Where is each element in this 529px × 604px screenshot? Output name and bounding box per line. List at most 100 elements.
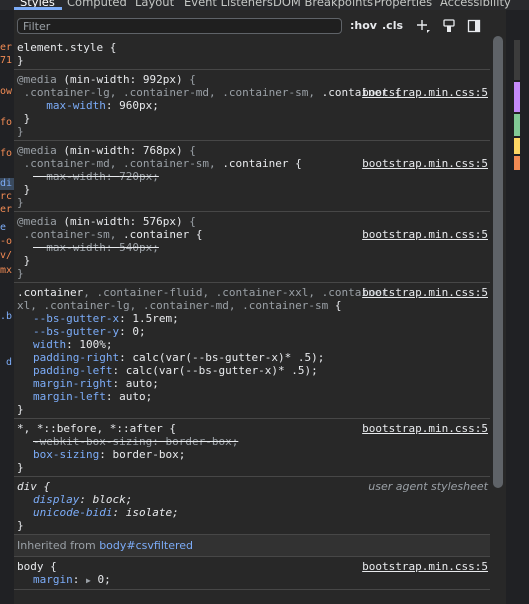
property-name[interactable]: display (33, 493, 79, 506)
rule-selector: .container (122, 228, 190, 241)
tab-computed[interactable]: Computed (67, 0, 127, 9)
property-name[interactable]: max-width (46, 241, 106, 254)
paint-brush-icon[interactable] (442, 19, 456, 33)
plus-icon[interactable] (416, 19, 430, 33)
property-value[interactable]: 960px; (119, 99, 159, 112)
rule-open-brace: { (288, 157, 302, 170)
property-value[interactable]: border-box; (165, 435, 238, 448)
property-name[interactable]: margin-right (33, 377, 112, 390)
rule-selector-unmatched: .container-sm, (23, 228, 123, 241)
declaration[interactable]: unicode-bidi: isolate; (17, 506, 487, 519)
property-name[interactable]: margin-left (33, 390, 106, 403)
media-close-brace: } (17, 125, 24, 138)
declaration[interactable]: margin-right: auto; (17, 377, 487, 390)
property-name[interactable]: --bs-gutter-y (33, 325, 119, 338)
minimap-marker (514, 40, 520, 80)
media-query: (min-width: 768px) (63, 144, 183, 157)
property-name[interactable]: -webkit-box-sizing (33, 435, 152, 448)
property-name[interactable]: margin (33, 573, 73, 586)
side-panel-strip (506, 10, 529, 604)
property-value[interactable]: 100%; (79, 338, 112, 351)
media-query: (min-width: 992px) (63, 73, 183, 86)
rule-selector-unmatched: , .container-fluid, .container-xxl, .con… (83, 286, 395, 299)
inherited-from-header: Inherited from body#csvfiltered (14, 535, 490, 557)
rule-media-576[interactable]: bootstrap.min.css:5 @media (min-width: 5… (14, 212, 490, 283)
gutter-fragment: mx (0, 265, 13, 276)
declaration-overridden[interactable]: -webkit-box-sizing: border-box; (17, 435, 487, 448)
rule-universal[interactable]: bootstrap.min.css:5 *, *::before, *::aft… (14, 419, 490, 477)
property-value[interactable]: calc(var(--bs-gutter-x)* .5); (126, 364, 318, 377)
media-open-brace: { (182, 73, 196, 86)
rule-div-user-agent[interactable]: user agent stylesheet div { display: blo… (14, 477, 490, 535)
declaration[interactable]: --bs-gutter-y: 0; (17, 325, 487, 338)
filter-input[interactable] (17, 18, 342, 34)
property-value[interactable]: isolate; (126, 506, 179, 519)
declaration[interactable]: margin-left: auto; (17, 390, 487, 403)
property-value[interactable]: 1.5rem; (132, 312, 178, 325)
sidebar-toggle-icon[interactable] (467, 19, 481, 33)
rule-close-brace: } (17, 54, 24, 67)
tab-layout[interactable]: Layout (135, 0, 174, 9)
media-close-brace: } (17, 267, 24, 280)
gutter-fragment: di (0, 178, 14, 190)
property-name[interactable]: padding-left (33, 364, 112, 377)
source-link[interactable]: bootstrap.min.css:5 (362, 422, 488, 435)
property-value[interactable]: 540px; (119, 241, 159, 254)
minimap-marker (514, 82, 520, 112)
minimap-marker (514, 156, 520, 170)
vertical-scrollbar[interactable] (490, 10, 506, 604)
declaration[interactable]: margin: ▶ 0; (17, 573, 487, 587)
property-name[interactable]: unicode-bidi (33, 506, 112, 519)
property-value[interactable]: border-box; (112, 448, 185, 461)
tab-event-listeners[interactable]: Event Listeners (184, 0, 273, 9)
property-name[interactable]: box-sizing (33, 448, 99, 461)
property-name[interactable]: max-width (46, 170, 106, 183)
scrollbar-thumb[interactable] (493, 36, 503, 488)
property-name[interactable]: --bs-gutter-x (33, 312, 119, 325)
rule-media-992[interactable]: bootstrap.min.css:5 @media (min-width: 9… (14, 70, 490, 141)
source-link[interactable]: bootstrap.min.css:5 (362, 286, 488, 299)
media-keyword: @media (17, 144, 57, 157)
property-value[interactable]: 0; (97, 573, 110, 586)
property-value[interactable]: auto; (119, 390, 152, 403)
cls-button[interactable]: .cls (382, 19, 403, 32)
hov-button[interactable]: :hov (350, 19, 377, 32)
gutter-fragment: rc (0, 191, 13, 202)
rule-body[interactable]: bootstrap.min.css:5 body { margin: ▶ 0; (14, 557, 490, 590)
rule-container[interactable]: bootstrap.min.css:5 .container, .contain… (14, 283, 490, 419)
declaration-overridden[interactable]: max-width: 540px; (17, 241, 487, 254)
expand-triangle-icon[interactable]: ▶ (86, 576, 91, 585)
property-name[interactable]: max-width (46, 99, 106, 112)
property-name[interactable]: padding-right (33, 351, 119, 364)
property-value[interactable]: calc(var(--bs-gutter-x)* .5); (132, 351, 324, 364)
rule-element-style[interactable]: element.style { } (14, 38, 490, 70)
declaration-overridden[interactable]: max-width: 720px; (17, 170, 487, 183)
declaration[interactable]: padding-right: calc(var(--bs-gutter-x)* … (17, 351, 487, 364)
rule-media-768[interactable]: bootstrap.min.css:5 @media (min-width: 7… (14, 141, 490, 212)
tab-properties[interactable]: Properties (374, 0, 432, 9)
property-name[interactable]: width (33, 338, 66, 351)
tab-accessibility[interactable]: Accessibility (440, 0, 511, 9)
rule-open-brace: { (328, 299, 342, 312)
source-link[interactable]: bootstrap.min.css:5 (362, 228, 488, 241)
property-value[interactable]: 0; (132, 325, 145, 338)
property-value[interactable]: auto; (126, 377, 159, 390)
declaration[interactable]: max-width: 960px; (17, 99, 487, 112)
inherited-node-link[interactable]: body#csvfiltered (99, 539, 193, 552)
media-keyword: @media (17, 215, 57, 228)
declaration[interactable]: box-sizing: border-box; (17, 448, 487, 461)
property-value[interactable]: 720px; (119, 170, 159, 183)
gutter-fragment: .b (0, 311, 13, 322)
source-link[interactable]: bootstrap.min.css:5 (362, 157, 488, 170)
source-link[interactable]: bootstrap.min.css:5 (362, 86, 488, 99)
tab-dom-breakpoints[interactable]: DOM Breakpoints (273, 0, 373, 9)
declaration[interactable]: --bs-gutter-x: 1.5rem; (17, 312, 487, 325)
declaration[interactable]: width: 100%; (17, 338, 487, 351)
gutter-fragment: e (0, 222, 7, 233)
declaration[interactable]: display: block; (17, 493, 487, 506)
property-value[interactable]: block; (93, 493, 133, 506)
rule-close-brace: } (23, 254, 31, 267)
source-link[interactable]: bootstrap.min.css:5 (362, 560, 488, 573)
gutter-fragment: er (0, 204, 13, 215)
declaration[interactable]: padding-left: calc(var(--bs-gutter-x)* .… (17, 364, 487, 377)
